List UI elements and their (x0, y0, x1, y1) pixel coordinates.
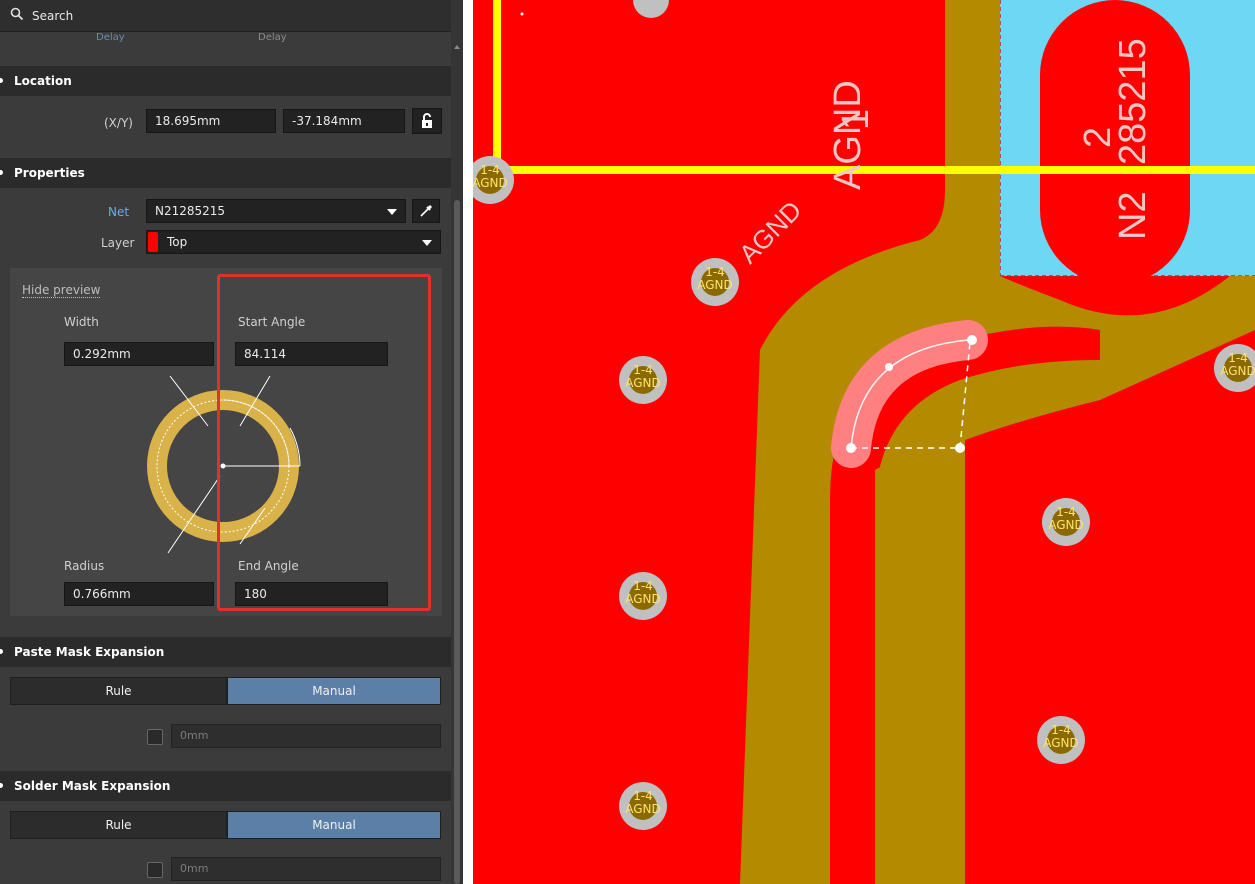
net-label: Net (108, 205, 130, 219)
radius-field[interactable]: 0.766mm (64, 582, 214, 606)
pcb-drawing: 1 AGND 2 N2 285215 AGND (473, 0, 1255, 884)
section-location-title: Location (14, 74, 72, 88)
layer-label: Layer (101, 236, 135, 250)
via[interactable]: 1-4 AGND (1037, 716, 1085, 764)
copper-track-inner[interactable] (875, 450, 965, 884)
lock-button[interactable] (412, 108, 442, 134)
canvas-divider (463, 0, 473, 884)
via[interactable]: 1-4 AGND (691, 258, 739, 306)
expand-bullet-icon (0, 649, 3, 654)
lock-open-icon (422, 113, 432, 128)
layer-dropdown[interactable]: Top (146, 230, 441, 254)
pcb-canvas[interactable]: 1 AGND 2 N2 285215 AGND 1-4 AGND 1-4 AGND 1-… (473, 0, 1255, 884)
net-dropdown[interactable]: N21285215 (146, 199, 406, 223)
search-bar[interactable]: Search (0, 0, 460, 32)
layer-value: Top (167, 235, 188, 249)
pad1-net-label: AGND (827, 80, 869, 190)
paste-rule-button[interactable]: Rule (10, 677, 227, 705)
via-net-label: AGND (625, 376, 661, 390)
pad2-net-visible-label: N2 (1112, 191, 1154, 240)
highlight-rectangle (217, 274, 431, 611)
eyedropper-icon (420, 205, 432, 217)
via-net-label: AGND (625, 592, 661, 606)
via-net-label: AGND (697, 278, 733, 292)
expand-bullet-icon (0, 170, 3, 175)
hide-preview-link[interactable]: Hide preview (22, 283, 101, 298)
solder-rule-button[interactable]: Rule (10, 811, 227, 839)
delay-label-left: Delay (96, 32, 125, 43)
solder-mask-value-field[interactable]: 0mm (171, 857, 441, 881)
search-label: Search (32, 9, 74, 23)
via-net-label: AGND (1048, 518, 1084, 532)
net-value: N21285215 (155, 204, 226, 218)
width-field[interactable]: 0.292mm (64, 342, 214, 366)
paste-mask-value-field[interactable]: 0mm (171, 724, 441, 748)
section-properties-title: Properties (14, 166, 85, 180)
search-icon (10, 7, 24, 21)
via-net-label: AGND (625, 802, 661, 816)
chevron-down-icon (422, 240, 432, 246)
expand-bullet-icon (0, 78, 3, 83)
delay-label-right: Delay (258, 32, 287, 43)
section-paste-mask-title: Paste Mask Expansion (14, 645, 165, 659)
section-properties-header[interactable]: Properties (0, 158, 451, 188)
x-coordinate-field[interactable]: 18.695mm (146, 109, 276, 133)
solder-mask-checkbox[interactable] (147, 862, 163, 878)
via[interactable]: 1-4 AGND (619, 572, 667, 620)
via[interactable]: 1-4 AGND (1042, 498, 1090, 546)
radius-label: Radius (64, 559, 105, 573)
chevron-down-icon (387, 209, 397, 215)
scroll-up-icon[interactable] (454, 45, 460, 49)
expand-bullet-icon (0, 783, 3, 788)
via[interactable]: 1-4 AGND (619, 782, 667, 830)
pad2-net-cut-label: 285215 (1112, 38, 1154, 165)
via-net-label: AGND (473, 176, 508, 190)
section-solder-mask-title: Solder Mask Expansion (14, 779, 171, 793)
trace-net-label: AGND (733, 195, 807, 269)
via-net-label: AGND (1220, 364, 1255, 378)
via-net-label: AGND (1043, 736, 1079, 750)
solder-manual-button[interactable]: Manual (227, 811, 441, 839)
via[interactable]: 1-4 AGND (619, 356, 667, 404)
section-location-header[interactable]: Location (0, 66, 451, 96)
xy-label: (X/Y) (104, 116, 133, 130)
panel-scrollbar[interactable] (451, 0, 463, 884)
layer-color-swatch (148, 232, 158, 252)
section-paste-mask-header[interactable]: Paste Mask Expansion (0, 637, 451, 667)
y-coordinate-field[interactable]: -37.184mm (283, 109, 405, 133)
pick-net-button[interactable] (412, 199, 440, 223)
via[interactable]: 1-4 AGND (1214, 344, 1255, 392)
paste-mask-checkbox[interactable] (147, 729, 163, 745)
paste-manual-button[interactable]: Manual (227, 677, 441, 705)
scrollbar-thumb[interactable] (454, 200, 460, 884)
section-solder-mask-header[interactable]: Solder Mask Expansion (0, 771, 451, 801)
properties-panel: Search Delay Delay Location (X/Y) 18.695… (0, 0, 463, 884)
width-label: Width (64, 315, 99, 329)
